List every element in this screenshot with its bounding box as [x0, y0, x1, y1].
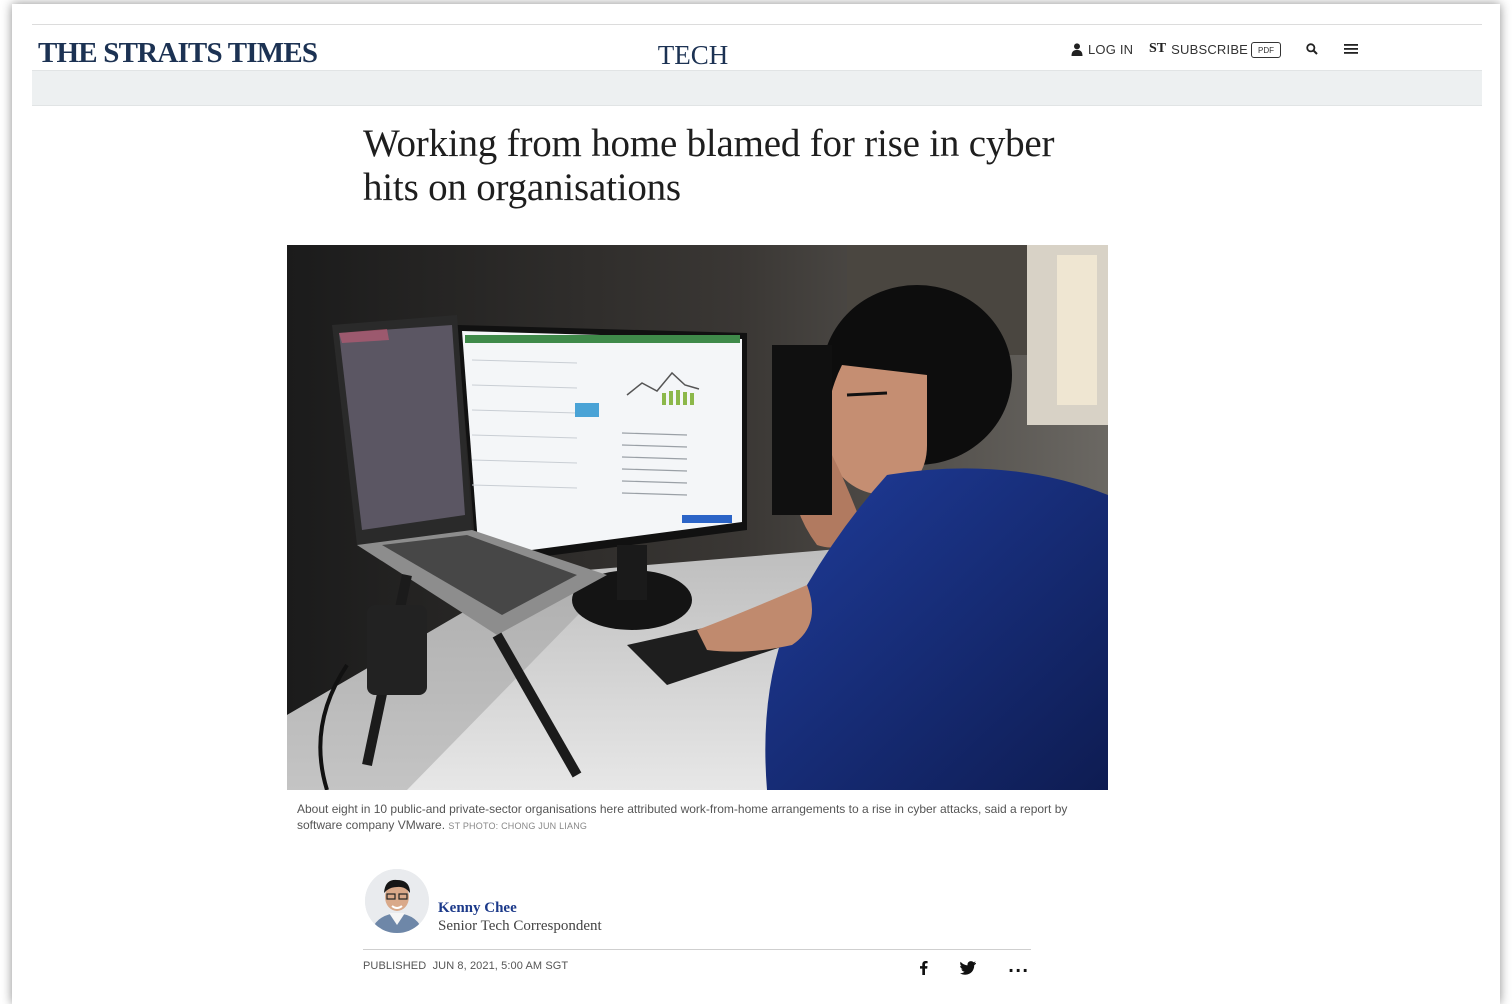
share-facebook-button[interactable]: [919, 961, 928, 979]
facebook-icon: [919, 960, 928, 980]
byline-divider: [363, 949, 1031, 950]
author-title: Senior Tech Correspondent: [438, 918, 602, 934]
twitter-icon: [960, 960, 976, 980]
login-label: LOG IN: [1088, 41, 1134, 57]
article-headline: Working from home blamed for rise in cyb…: [363, 122, 1055, 209]
published-date: PUBLISHED JUN 8, 2021, 5:00 AM SGT: [363, 960, 569, 972]
pdf-button[interactable]: PDF: [1251, 42, 1281, 58]
author-name-link[interactable]: Kenny Chee: [438, 900, 517, 917]
search-icon: [1306, 43, 1318, 55]
more-options-icon: ···: [1008, 960, 1030, 980]
photo-credit: ST PHOTO: CHONG JUN LIANG: [448, 821, 588, 831]
st-mark: ST: [1149, 41, 1167, 56]
share-twitter-button[interactable]: [960, 960, 976, 980]
header-top-rule: [32, 24, 1482, 25]
login-link[interactable]: LOG IN: [1071, 40, 1133, 58]
menu-button[interactable]: [1344, 40, 1358, 58]
site-logo[interactable]: THE STRAITS TIMES: [38, 37, 318, 70]
article-photo: [287, 245, 1108, 790]
hamburger-menu-icon: [1344, 43, 1358, 55]
share-more-button[interactable]: ···: [1008, 960, 1030, 980]
pdf-label: PDF: [1258, 45, 1274, 55]
subscribe-label: SUBSCRIBE: [1171, 41, 1249, 57]
header-band: [32, 70, 1482, 106]
section-title[interactable]: TECH: [600, 40, 786, 71]
caption-text: About eight in 10 public-and private-sec…: [297, 802, 1068, 832]
user-icon: [1071, 42, 1083, 56]
search-button[interactable]: [1306, 40, 1318, 58]
subscribe-link[interactable]: ST SUBSCRIBE: [1149, 40, 1248, 58]
author-avatar[interactable]: [365, 869, 429, 933]
photo-caption: About eight in 10 public-and private-sec…: [297, 801, 1097, 834]
